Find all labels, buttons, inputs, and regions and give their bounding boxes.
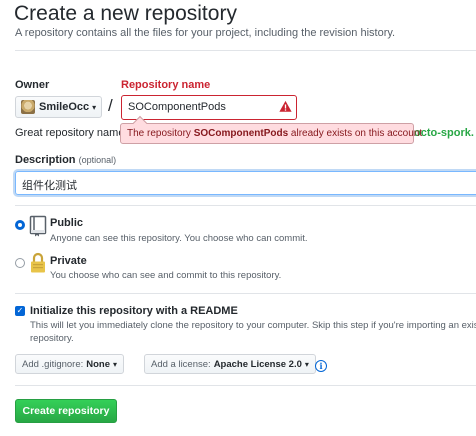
owner-repo-separator: / [108,96,113,115]
page-subtitle: A repository contains all the files for … [15,27,396,39]
caret-down-icon: ▾ [113,359,118,369]
avatar [21,100,35,114]
license-select[interactable]: Add a license: Apache License 2.0 ▾ [144,354,316,374]
gitignore-select[interactable]: Add .gitignore: None ▾ [15,354,125,374]
license-value: Apache License 2.0 [213,358,302,370]
readme-checkbox[interactable]: ✓ [15,306,25,316]
repository-name-hint: Great repository names [15,127,130,139]
divider [15,385,476,386]
repository-name-input[interactable]: SOComponentPods [121,95,297,120]
owner-select[interactable]: SmileOcc ▾ [15,96,102,118]
public-option-title: Public [50,217,84,229]
description-label: Description (optional) [15,154,117,166]
name-suggestion-link[interactable]: octo-spork. [414,127,474,139]
optional-tag: (optional) [78,155,117,165]
lock-icon [31,252,45,273]
page-title: Create a new repository [14,2,237,25]
info-icon[interactable]: i [315,360,327,372]
divider [15,205,476,206]
create-repository-button[interactable]: Create repository [15,399,117,423]
repository-name-label: Repository name [121,79,211,91]
owner-value: SmileOcc [39,101,90,113]
private-option-description: You choose who can see and commit to thi… [50,270,282,281]
readme-description-line2: repository. [30,333,74,344]
repo-book-icon [29,215,47,237]
public-option-description: Anyone can see this repository. You choo… [50,233,308,244]
error-repo-name: SOComponentPods [193,128,289,139]
gitignore-value: None [86,358,111,370]
caret-down-icon: ▾ [304,359,309,369]
private-option-title: Private [50,255,87,267]
repository-exists-error: The repository SOComponentPods already e… [120,123,422,144]
readme-title: Initialize this repository with a README [30,305,238,317]
warning-icon [279,100,292,112]
owner-label: Owner [15,79,50,91]
public-radio[interactable] [15,220,25,230]
caret-down-icon: ▾ [92,102,97,112]
description-input[interactable]: 组件化测试 [15,171,476,195]
private-radio[interactable] [15,258,25,268]
divider [15,293,476,294]
divider [15,50,476,51]
readme-description-line1: This will let you immediately clone the … [30,320,476,331]
